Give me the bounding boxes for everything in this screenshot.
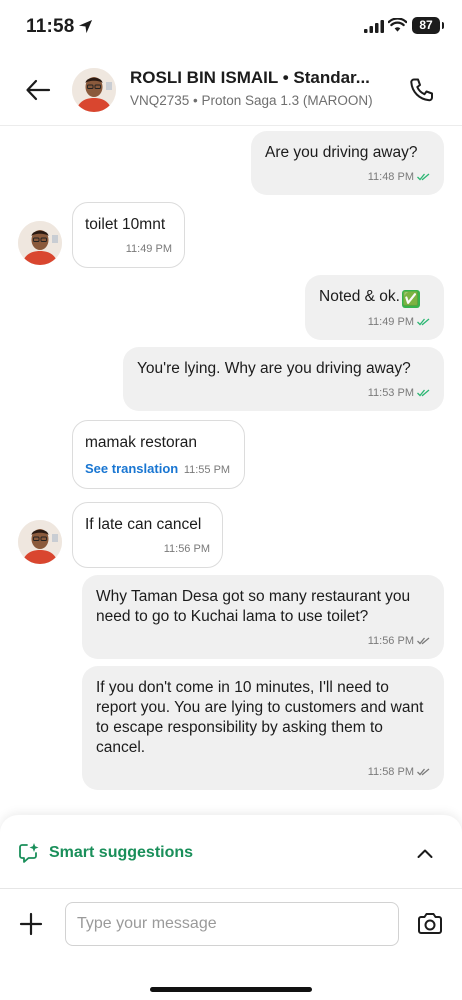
message-outgoing[interactable]: Noted & ok. ✅ 11:49 PM	[305, 275, 444, 340]
chat-header: ROSLI BIN ISMAIL • Standar... VNQ2735 • …	[0, 54, 462, 126]
driver-photo-icon	[18, 221, 62, 265]
message-time: 11:56 PM	[367, 635, 414, 647]
delivered-ticks-icon	[417, 768, 430, 776]
message-text: You're lying. Why are you driving away?	[137, 360, 411, 377]
read-ticks-icon	[417, 318, 430, 326]
message-outgoing[interactable]: You're lying. Why are you driving away? …	[123, 347, 444, 411]
check-mark-emoji: ✅	[402, 290, 420, 308]
back-arrow-icon[interactable]	[24, 76, 52, 104]
message-time: 11:53 PM	[367, 387, 414, 399]
message-input[interactable]	[65, 902, 399, 946]
message-text: Why Taman Desa got so many restaurant yo…	[96, 588, 411, 625]
vehicle-info: VNQ2735 • Proton Saga 1.3 (MAROON)	[130, 93, 373, 108]
status-time: 11:58	[26, 16, 75, 37]
message-time: 11:49 PM	[367, 316, 414, 328]
smart-suggestions-bar[interactable]: Smart suggestions	[0, 815, 462, 889]
plus-icon[interactable]	[18, 911, 44, 937]
driver-photo-icon	[72, 68, 116, 112]
phone-call-icon[interactable]	[408, 76, 436, 104]
driver-avatar[interactable]	[72, 68, 116, 112]
message-meta: 11:56 PM	[96, 631, 430, 651]
driver-avatar-small	[18, 520, 62, 564]
sparkle-chat-icon	[19, 843, 39, 863]
message-time: 11:58 PM	[367, 766, 414, 778]
message-text: If you don't come in 10 minutes, I'll ne…	[96, 679, 424, 756]
driver-photo-icon	[18, 520, 62, 564]
message-text: toilet 10mnt	[85, 216, 166, 233]
message-meta: 11:53 PM	[137, 383, 430, 403]
message-time: 11:55 PM	[183, 464, 231, 476]
message-meta: 11:49 PM	[319, 312, 430, 332]
location-arrow-icon	[78, 19, 93, 34]
translation-row: See translation 11:55 PM	[85, 459, 232, 480]
home-indicator	[150, 987, 312, 992]
status-bar: 11:58 87	[0, 0, 462, 54]
message-text: If late can cancel	[85, 516, 202, 533]
message-incoming[interactable]: mamak restoran See translation 11:55 PM	[72, 420, 245, 489]
message-outgoing[interactable]: Why Taman Desa got so many restaurant yo…	[82, 575, 444, 659]
message-time: 11:56 PM	[163, 543, 210, 555]
message-text: Are you driving away?	[265, 144, 418, 161]
message-time: 11:48 PM	[367, 171, 414, 183]
message-incoming[interactable]: If late can cancel 11:56 PM	[72, 502, 223, 568]
message-text: Noted & ok. ✅	[319, 287, 430, 308]
read-ticks-icon	[417, 389, 430, 397]
message-text-body: Noted & ok.	[319, 288, 400, 305]
wifi-icon	[388, 18, 407, 32]
message-incoming[interactable]: toilet 10mnt 11:49 PM	[72, 202, 185, 268]
see-translation-link[interactable]: See translation	[85, 461, 178, 476]
message-time: 11:49 PM	[125, 243, 172, 255]
read-ticks-icon	[417, 173, 430, 181]
message-meta: 11:58 PM	[96, 762, 430, 782]
driver-avatar-small	[18, 221, 62, 265]
smart-suggestions-label: Smart suggestions	[49, 844, 194, 861]
chevron-up-icon[interactable]	[414, 843, 436, 865]
message-outgoing[interactable]: If you don't come in 10 minutes, I'll ne…	[82, 666, 444, 790]
composer-panel: Smart suggestions	[0, 815, 462, 1000]
message-text: mamak restoran	[85, 434, 197, 451]
battery-indicator: 87	[412, 17, 444, 34]
driver-name: ROSLI BIN ISMAIL • Standar...	[130, 68, 370, 87]
camera-icon[interactable]	[416, 911, 444, 937]
message-outgoing[interactable]: Are you driving away? 11:48 PM	[251, 131, 444, 195]
message-meta: 11:48 PM	[265, 167, 430, 187]
delivered-ticks-icon	[417, 637, 430, 645]
cellular-signal-icon	[364, 20, 384, 33]
